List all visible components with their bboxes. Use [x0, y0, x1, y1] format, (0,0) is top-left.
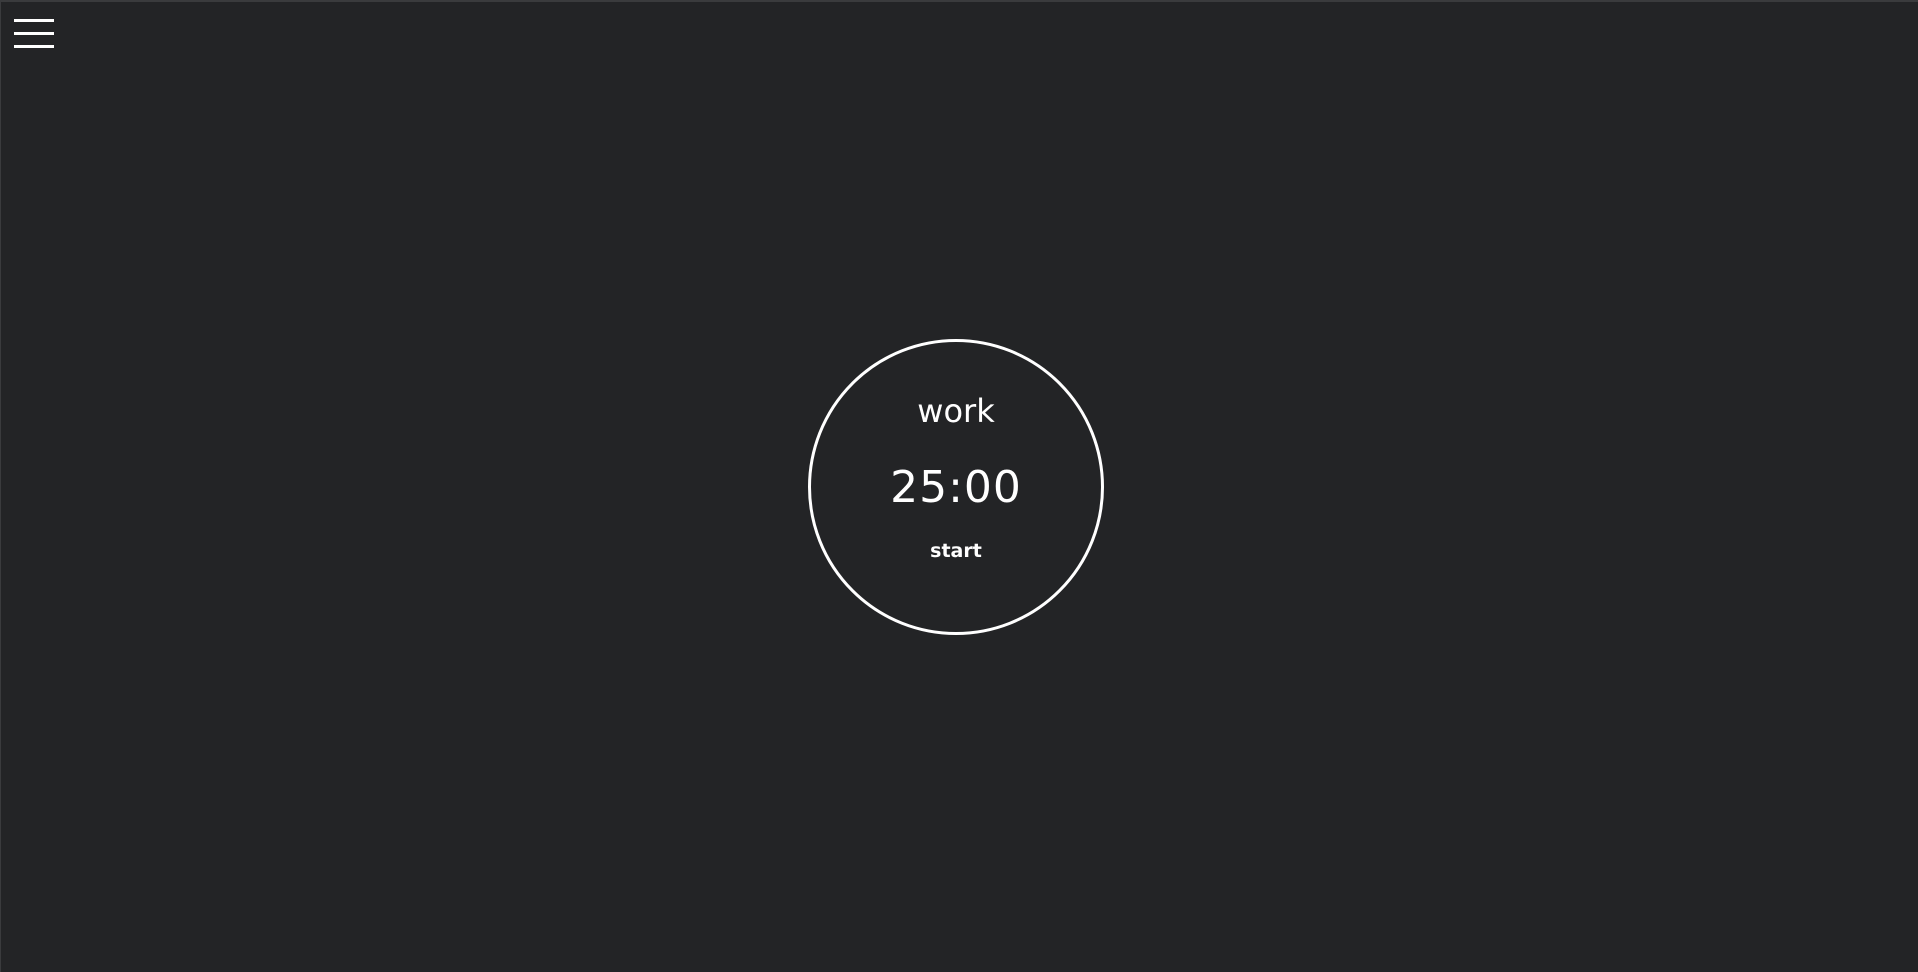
window-top-border	[0, 0, 1918, 2]
timer-mode-label: work	[917, 392, 995, 430]
start-button[interactable]: start	[924, 540, 988, 563]
timer-circle: work 25:00 start	[808, 339, 1104, 635]
menu-button[interactable]	[14, 19, 56, 49]
hamburger-menu-icon	[14, 19, 56, 49]
timer-time-display: 25:00	[890, 462, 1022, 513]
window-left-border	[0, 0, 1, 972]
